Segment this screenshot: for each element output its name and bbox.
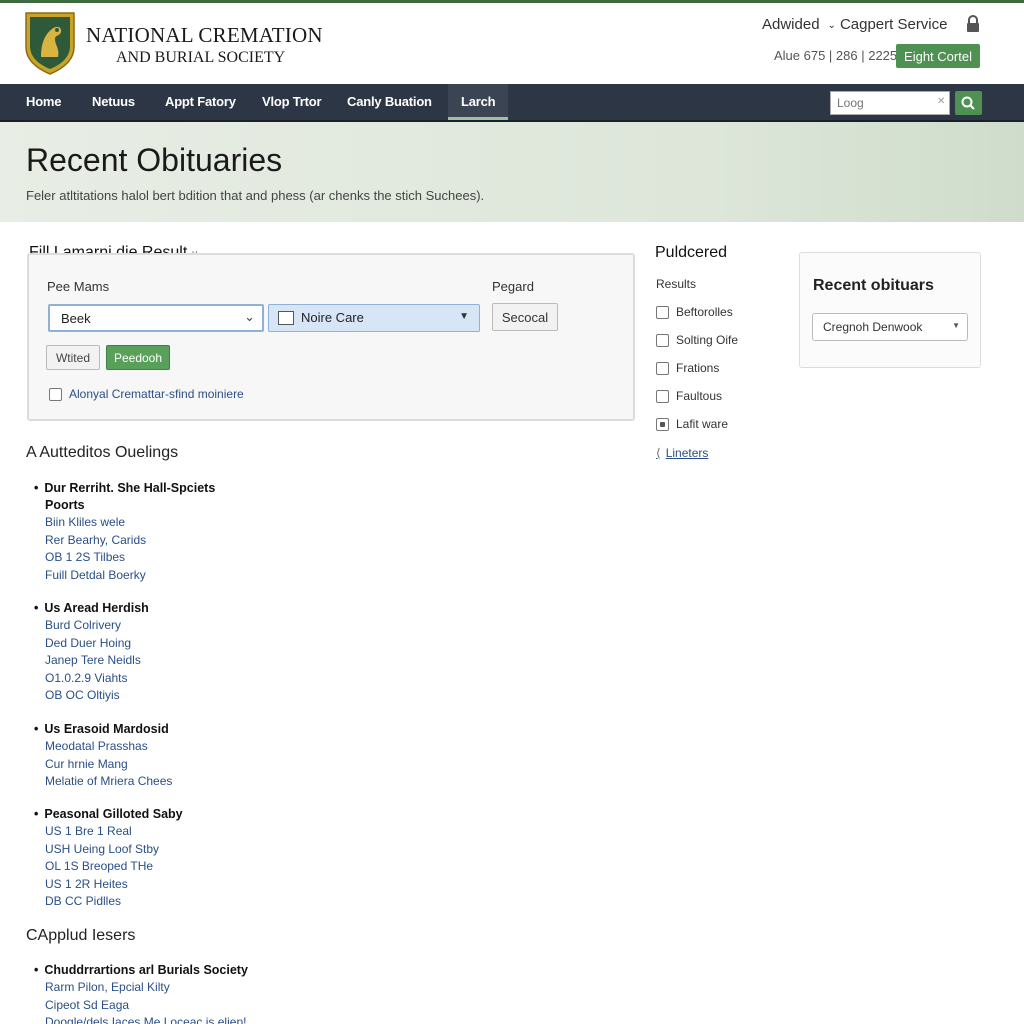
nav-search-input[interactable] xyxy=(830,91,950,115)
obituary-group: Dur Rerriht. She Hall-Spciets Poorts Bii… xyxy=(34,479,215,584)
obituary-link[interactable]: Ded Duer Hoing xyxy=(45,635,149,653)
group-subtitle: Poorts xyxy=(45,498,85,512)
filters-subtitle: Results xyxy=(656,277,697,291)
group-title: Us Erasoid Mardosid xyxy=(34,720,172,738)
light-button[interactable]: Eight Cortel xyxy=(896,44,980,68)
obituary-link[interactable]: USH Ueing Loof Stby xyxy=(45,841,183,859)
obituary-group: Us Aread Herdish Burd Colrivery Ded Duer… xyxy=(34,599,149,705)
secocal-button[interactable]: Secocal xyxy=(492,303,558,331)
obituary-link[interactable]: US 1 Bre 1 Real xyxy=(45,823,183,841)
group-title: Chuddrrartions arl Burials Society xyxy=(34,961,248,979)
lock-icon[interactable] xyxy=(965,15,981,33)
nav-item-home[interactable]: Home xyxy=(26,84,62,120)
alonyal-checkbox[interactable] xyxy=(49,388,62,401)
header-links: Adwided ⌄ Cagpert Service xyxy=(762,16,952,33)
obituary-link[interactable]: Doogle/dels Iaces Me Loceac is eliep! xyxy=(45,1014,248,1024)
filter-label: Beftorolles xyxy=(676,305,733,319)
main-nav: Home Netuus Appt Fatory Vlop Trtor Canly… xyxy=(0,84,1024,122)
filter-label: Frations xyxy=(676,361,720,375)
advised-link[interactable]: Adwided xyxy=(762,16,820,33)
obituary-link[interactable]: US 1 2R Heites xyxy=(45,876,183,894)
nav-item-netuus[interactable]: Netuus xyxy=(92,84,135,120)
obituary-link[interactable]: Biin Kliles wele xyxy=(45,514,215,532)
obituary-group: Peasonal Gilloted Saby US 1 Bre 1 Real U… xyxy=(34,805,183,911)
dropdown-arrow-icon: ▼ xyxy=(952,321,960,330)
obituary-link[interactable]: Janep Tere Neidls xyxy=(45,652,149,670)
alonyal-checkbox-label[interactable]: Alonyal Cremattar-sfind moiniere xyxy=(69,387,244,401)
lineters-link-text[interactable]: Lineters xyxy=(666,446,709,460)
recent-box-select[interactable]: Cregnoh Denwook ▼ xyxy=(812,313,968,341)
filter-checkbox-checked[interactable] xyxy=(656,418,669,431)
filters-title: Puldcered xyxy=(655,244,728,261)
search-panel: Pee Mams Pegard Beek ⌄ Noire Care ▼ Seco… xyxy=(27,253,635,421)
nav-item-vlop-trtor[interactable]: Vlop Trtor xyxy=(262,84,322,120)
obituary-link[interactable]: Burd Colrivery xyxy=(45,617,149,635)
wtited-button[interactable]: Wtited xyxy=(46,345,100,370)
clear-icon[interactable]: ✕ xyxy=(937,96,945,107)
group-title: Dur Rerriht. She Hall-Spciets xyxy=(34,479,215,497)
page-subtitle: Feler atltitations halol bert bdition th… xyxy=(26,188,485,203)
obituary-link[interactable]: OB OC Oltiyis xyxy=(45,687,149,705)
obituary-link[interactable]: Melatie of Mriera Chees xyxy=(45,773,172,791)
shield-logo-icon[interactable] xyxy=(24,11,76,75)
chevron-down-icon: ⌄ xyxy=(244,309,255,324)
name-label: Pee Mams xyxy=(47,279,110,294)
obituary-link[interactable]: Rer Bearhy, Carids xyxy=(45,532,215,550)
chevron-down-icon[interactable]: ⌄ xyxy=(828,20,836,31)
obituary-group: Us Erasoid Mardosid Meodatal Prasshas Cu… xyxy=(34,720,172,791)
obituary-link[interactable]: Cipeot Sd Eaga xyxy=(45,997,248,1015)
nav-item-appt-fatory[interactable]: Appt Fatory xyxy=(165,84,236,120)
recent-box-select-value: Cregnoh Denwook xyxy=(823,320,923,334)
obituary-link[interactable]: Fuill Detdal Boerky xyxy=(45,567,215,585)
brand-name-line2: AND BURIAL SOCIETY xyxy=(116,49,286,66)
filter-label: Lafit ware xyxy=(676,417,729,431)
obituary-link[interactable]: Rarm Pilon, Epcial Kilty xyxy=(45,979,248,997)
dropdown-arrow-icon: ▼ xyxy=(459,311,469,322)
obituary-link[interactable]: Meodatal Prasshas xyxy=(45,738,172,756)
filter-label: Faultous xyxy=(676,389,723,403)
care-select[interactable]: Noire Care ▼ xyxy=(268,304,480,332)
group-title: Us Aread Herdish xyxy=(34,599,148,617)
care-select-value: Noire Care xyxy=(301,310,364,325)
document-icon xyxy=(278,311,294,325)
lineters-link[interactable]: ⟨ Lineters xyxy=(656,446,708,460)
section-heading: A Autteditos Ouelings xyxy=(26,444,179,461)
filter-checkbox[interactable] xyxy=(656,390,669,403)
obituary-link[interactable]: DB CC Pidlles xyxy=(45,893,183,911)
region-label: Pegard xyxy=(492,279,534,294)
filter-checkbox[interactable] xyxy=(656,334,669,347)
nav-item-canly-buation[interactable]: Canly Buation xyxy=(347,84,432,120)
obituary-link[interactable]: OL 1S Breoped THe xyxy=(45,858,183,876)
search-go-button[interactable]: Peedooh xyxy=(106,345,170,370)
filter-checkbox[interactable] xyxy=(656,306,669,319)
recent-obituaries-box: Recent obituars Cregnoh Denwook ▼ xyxy=(799,252,981,368)
filter-label: Solting Oife xyxy=(676,333,739,347)
phone-number: Alue 675 | 286 | 2225 xyxy=(774,48,898,63)
filter-checkbox[interactable] xyxy=(656,362,669,375)
name-select-value: Beek xyxy=(61,311,91,326)
site-header: NATIONAL CREMATION AND BURIAL SOCIETY Ad… xyxy=(0,3,1024,84)
obituary-link[interactable]: OB 1 2S Tilbes xyxy=(45,549,215,567)
page-title: Recent Obituaries xyxy=(26,142,283,178)
obituary-link[interactable]: Cur hrnie Mang xyxy=(45,756,172,774)
section-heading: CApplud Iesers xyxy=(26,927,136,944)
back-arrow-icon: ⟨ xyxy=(656,446,661,460)
search-button[interactable] xyxy=(955,91,982,115)
brand-name-line1: NATIONAL CREMATION xyxy=(86,23,323,47)
nav-item-larch[interactable]: Larch xyxy=(448,84,509,120)
service-link[interactable]: Cagpert Service xyxy=(840,16,948,33)
search-icon xyxy=(961,96,975,110)
group-title: Peasonal Gilloted Saby xyxy=(34,805,182,823)
page-hero: Recent Obituaries Feler atltitations hal… xyxy=(0,122,1024,222)
recent-box-title: Recent obituars xyxy=(813,277,934,294)
name-select[interactable]: Beek ⌄ xyxy=(48,304,264,332)
obituary-group: Chuddrrartions arl Burials Society Rarm … xyxy=(34,961,248,1024)
obituary-link[interactable]: O1.0.2.9 Viahts xyxy=(45,670,149,688)
